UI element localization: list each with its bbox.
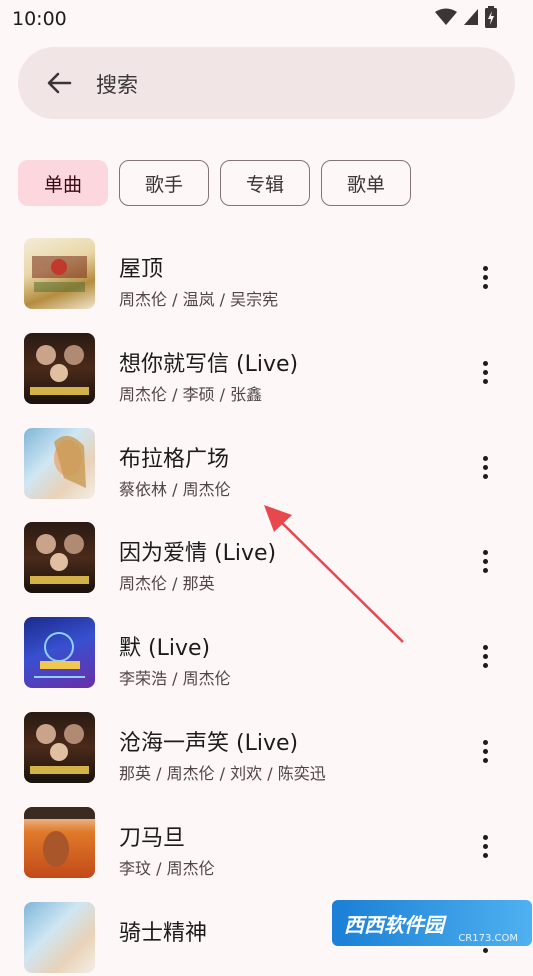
album-cover <box>24 332 95 404</box>
song-title: 屋顶 <box>119 257 164 282</box>
battery-icon <box>485 6 497 28</box>
song-row[interactable]: 想你就写信 (Live) 周杰伦 / 李硕 / 张鑫 <box>0 313 533 408</box>
status-icons <box>435 6 497 28</box>
song-title: 骑士精神 <box>119 920 208 946</box>
more-options-icon[interactable] <box>480 834 490 859</box>
filter-chip-album[interactable]: 专辑 <box>220 160 310 206</box>
album-cover <box>24 901 95 973</box>
search-input[interactable]: 搜索 <box>96 69 138 99</box>
watermark-text: 西西软件园 <box>344 912 444 937</box>
song-artist: 李玟 / 周杰伦 <box>119 858 215 878</box>
more-options-icon[interactable] <box>480 455 490 480</box>
song-row[interactable]: 布拉格广场 蔡依林 / 周杰伦 <box>0 408 533 503</box>
album-cover <box>24 711 95 783</box>
filter-chips: 单曲 歌手 专辑 歌单 <box>18 160 411 206</box>
watermark-logo: 西西软件园 CR173.COM <box>332 900 532 946</box>
song-title: 因为爱情 (Live) <box>119 541 277 567</box>
album-cover <box>24 427 95 499</box>
signal-icon <box>464 9 478 25</box>
song-title: 刀马旦 <box>119 825 186 851</box>
album-cover <box>24 617 95 689</box>
song-artist: 那英 / 周杰伦 / 刘欢 / 陈奕迅 <box>119 763 326 783</box>
song-title: 沧海一声笑 (Live) <box>119 730 299 756</box>
search-bar[interactable]: 搜索 <box>18 47 515 119</box>
wifi-icon <box>435 8 457 25</box>
album-cover <box>24 522 95 594</box>
song-artist: 李荣浩 / 周杰伦 <box>119 669 231 689</box>
status-time: 10:00 <box>12 8 67 30</box>
song-row[interactable]: 沧海一声笑 (Live) 那英 / 周杰伦 / 刘欢 / 陈奕迅 <box>0 692 533 787</box>
song-title: 想你就写信 (Live) <box>119 351 299 377</box>
song-artist: 周杰伦 / 温岚 / 吴宗宪 <box>119 290 279 309</box>
song-row[interactable]: 刀马旦 李玟 / 周杰伦 <box>0 787 533 882</box>
song-artist: 蔡依林 / 周杰伦 <box>119 479 231 499</box>
song-artist: 周杰伦 / 那英 <box>119 574 215 594</box>
filter-chip-single[interactable]: 单曲 <box>18 160 108 206</box>
filter-chip-artist[interactable]: 歌手 <box>119 160 209 206</box>
watermark-subtext: CR173.COM <box>458 933 518 944</box>
back-arrow-icon[interactable] <box>46 71 72 95</box>
song-title: 布拉格广场 <box>119 446 230 472</box>
album-cover <box>24 806 95 878</box>
more-options-icon[interactable] <box>480 645 490 669</box>
more-options-icon[interactable] <box>480 266 490 290</box>
more-options-icon[interactable] <box>480 739 490 764</box>
annotation-arrow <box>264 505 404 643</box>
filter-chip-playlist[interactable]: 歌单 <box>321 160 411 206</box>
more-options-icon[interactable] <box>480 550 490 574</box>
more-options-icon[interactable] <box>480 360 490 385</box>
status-bar: 10:00 <box>0 0 533 36</box>
album-cover <box>24 238 95 309</box>
song-row[interactable]: 屋顶 周杰伦 / 温岚 / 吴宗宪 <box>0 218 533 313</box>
song-artist: 周杰伦 / 李硕 / 张鑫 <box>119 384 263 404</box>
song-title: 默 (Live) <box>119 636 211 662</box>
